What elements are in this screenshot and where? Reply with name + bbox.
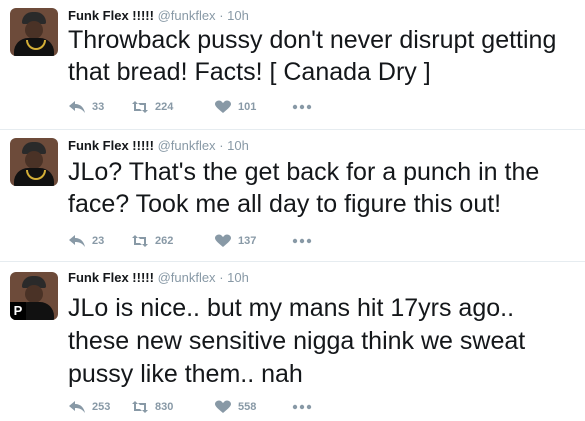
tweet[interactable]: Funk Flex !!!!! @funkflex · 10h Throwbac… [0,0,585,130]
retweet-count: 224 [155,101,174,113]
more-icon [292,104,312,110]
tweet-time[interactable]: · 10h [219,138,249,153]
heart-icon [215,100,231,113]
retweet-count: 830 [155,401,174,413]
retweet-button[interactable]: 262 [131,234,196,248]
reply-count: 33 [92,101,105,113]
more-button[interactable] [292,238,318,244]
tweet-actions: 253 830 558 [68,400,336,414]
avatar[interactable] [10,138,58,186]
avatar[interactable] [10,8,58,56]
face-shape [25,151,43,169]
reply-count: 253 [92,401,111,413]
reply-button[interactable]: 253 [68,400,113,414]
avatar-badge: P [10,302,26,320]
retweet-button[interactable]: 830 [131,400,196,414]
more-icon [292,404,312,410]
more-icon [292,238,312,244]
avatar[interactable]: P [10,272,58,320]
more-button[interactable] [292,404,318,410]
reply-icon [69,235,85,247]
reply-icon [69,401,85,413]
tweet-header: Funk Flex !!!!! @funkflex · 10h [68,138,249,153]
heart-icon [215,234,231,247]
author-name[interactable]: Funk Flex !!!!! [68,270,154,285]
like-button[interactable]: 101 [214,100,274,114]
author-handle[interactable]: @funkflex [158,270,216,285]
reply-count: 23 [92,235,105,247]
tweet[interactable]: P Funk Flex !!!!! @funkflex · 10h JLo is… [0,262,585,421]
author-name[interactable]: Funk Flex !!!!! [68,138,154,153]
tweet-text: Throwback pussy don't never disrupt gett… [68,26,557,86]
retweet-icon [132,401,148,413]
reply-icon [69,101,85,113]
tweet-header: Funk Flex !!!!! @funkflex · 10h [68,270,249,285]
retweet-icon [132,235,148,247]
tweet-time[interactable]: · 10h [219,8,249,23]
tweet-header: Funk Flex !!!!! @funkflex · 10h [68,8,249,23]
retweet-count: 262 [155,235,174,247]
tweet-text: JLo is nice.. but my mans hit 17yrs ago.… [68,294,526,388]
like-button[interactable]: 558 [214,400,274,414]
face-shape [25,21,43,39]
tweet-time[interactable]: · 10h [219,270,249,285]
like-count: 101 [238,101,257,113]
tweet-feed: Funk Flex !!!!! @funkflex · 10h Throwbac… [0,0,585,421]
tweet[interactable]: Funk Flex !!!!! @funkflex · 10h JLo? Tha… [0,130,585,262]
like-button[interactable]: 137 [214,234,274,248]
tweet-text: JLo? That's the get back for a punch in … [68,158,540,218]
reply-button[interactable]: 33 [68,100,113,114]
retweet-button[interactable]: 224 [131,100,196,114]
reply-button[interactable]: 23 [68,234,113,248]
tweet-actions: 33 224 101 [68,100,336,114]
retweet-icon [132,101,148,113]
like-count: 137 [238,235,257,247]
like-count: 558 [238,401,257,413]
heart-icon [215,400,231,413]
more-button[interactable] [292,104,318,110]
tweet-actions: 23 262 137 [68,234,336,248]
author-handle[interactable]: @funkflex [158,8,216,23]
face-shape [25,285,43,303]
author-handle[interactable]: @funkflex [158,138,216,153]
author-name[interactable]: Funk Flex !!!!! [68,8,154,23]
